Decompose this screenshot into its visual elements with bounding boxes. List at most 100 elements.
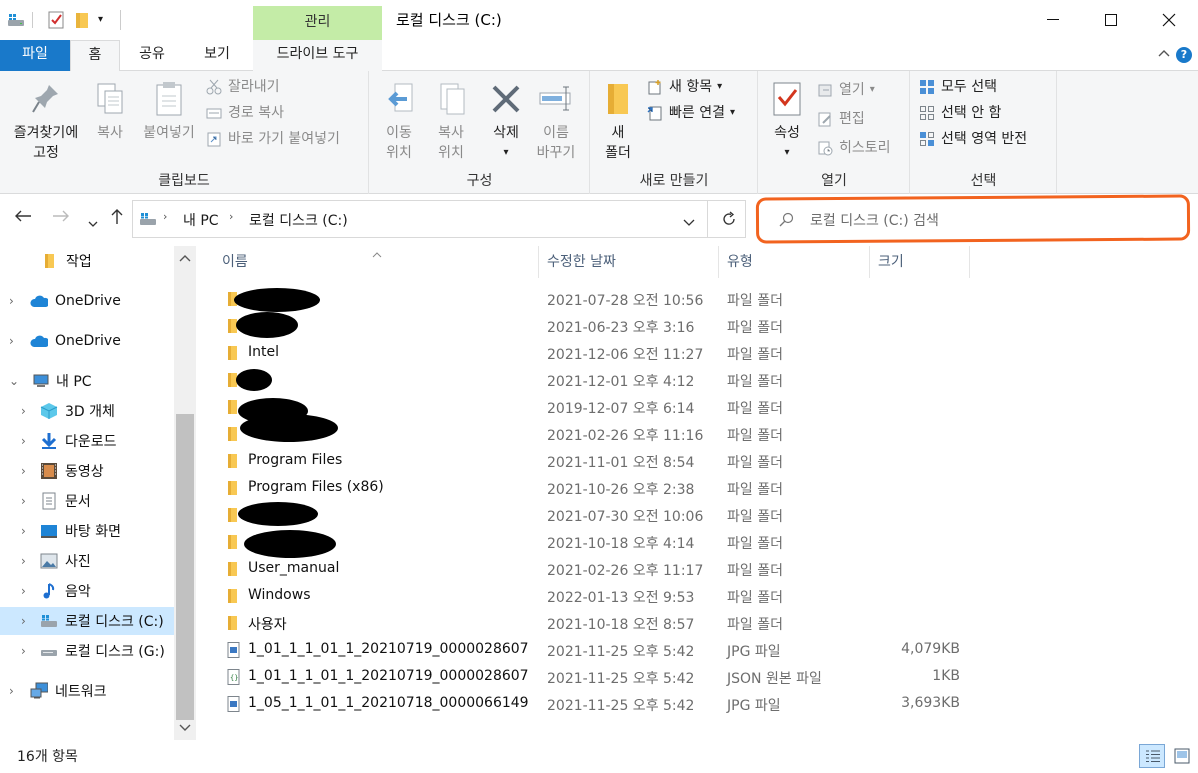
expand-chevron-icon[interactable]: ›	[21, 464, 26, 478]
maximize-button[interactable]	[1082, 0, 1140, 40]
column-header-date[interactable]: 수정한 날짜	[539, 246, 719, 278]
manage-context-tab[interactable]: 관리	[253, 6, 382, 40]
paste-shortcut-button[interactable]: 바로 가기 붙여넣기	[206, 128, 340, 150]
expand-chevron-icon[interactable]: ›	[21, 644, 26, 658]
file-row[interactable]: 사용자 2021-10-18 오전 8:57 파일 폴더	[196, 610, 1198, 637]
select-none-button[interactable]: 선택 안 함	[919, 102, 1001, 124]
drive-app-icon[interactable]	[6, 10, 26, 30]
cut-button[interactable]: 잘라내기	[206, 76, 280, 98]
nav-item-documents[interactable]: › 문서	[0, 487, 174, 515]
expand-chevron-icon[interactable]: ›	[21, 584, 26, 598]
breadcrumb-this-pc[interactable]: 내 PC	[183, 210, 219, 230]
nav-item-onedrive-1[interactable]: › OneDrive	[0, 287, 174, 315]
collapse-ribbon-icon[interactable]	[1158, 46, 1170, 60]
address-history-chevron-icon[interactable]	[683, 215, 695, 231]
expand-chevron-icon[interactable]: ›	[9, 294, 14, 308]
nav-item-network[interactable]: › 네트워크	[0, 677, 174, 705]
copy-button[interactable]: 복사	[88, 77, 132, 143]
expand-chevron-icon[interactable]: ›	[21, 404, 26, 418]
expand-chevron-icon[interactable]: ›	[9, 334, 14, 348]
rename-button[interactable]: 이름 바꾸기	[530, 77, 582, 163]
copy-to-button[interactable]: 복사 위치	[426, 77, 476, 163]
invert-selection-button[interactable]: 선택 영역 반전	[919, 128, 1027, 150]
refresh-icon[interactable]	[721, 211, 737, 231]
expand-chevron-icon[interactable]: ›	[21, 494, 26, 508]
customize-toolbar-icon[interactable]: ▾	[98, 14, 103, 34]
collapse-chevron-icon[interactable]: ⌄	[9, 374, 19, 388]
file-row[interactable]: 2021-10-18 오후 4:14 파일 폴더	[196, 529, 1198, 556]
file-row[interactable]: Intel 2021-12-06 오전 11:27 파일 폴더	[196, 340, 1198, 367]
file-row[interactable]: 2021-07-28 오전 10:56 파일 폴더	[196, 286, 1198, 313]
scroll-down-arrow-icon[interactable]	[179, 720, 191, 736]
edit-button[interactable]: 편집	[817, 108, 865, 130]
up-arrow-icon[interactable]	[110, 208, 124, 228]
address-bar[interactable]: › 내 PC › 로컬 디스크 (C:)	[132, 200, 746, 238]
delete-button[interactable]: 삭제 ▾	[484, 77, 528, 163]
file-row[interactable]: 2021-02-26 오후 11:16 파일 폴더	[196, 421, 1198, 448]
tab-file[interactable]: 파일	[0, 40, 70, 71]
breadcrumb-separator-icon[interactable]: ›	[163, 210, 167, 223]
history-button[interactable]: 히스토리	[817, 137, 891, 159]
file-row[interactable]: Program Files 2021-11-01 오전 8:54 파일 폴더	[196, 448, 1198, 475]
nav-item-pictures[interactable]: › 사진	[0, 547, 174, 575]
expand-chevron-icon[interactable]: ›	[21, 524, 26, 538]
nav-item-3d-objects[interactable]: › 3D 개체	[0, 397, 174, 425]
copy-path-button[interactable]: 경로 복사	[206, 102, 284, 124]
column-header-type[interactable]: 유형	[719, 246, 870, 278]
breadcrumb-separator-icon[interactable]: ›	[229, 210, 233, 223]
tab-share[interactable]: 공유	[124, 40, 180, 71]
help-icon[interactable]: ?	[1176, 47, 1192, 63]
nav-item-desktop[interactable]: › 바탕 화면	[0, 517, 174, 545]
large-icons-view-button[interactable]	[1170, 744, 1194, 768]
nav-item-work[interactable]: 작업	[0, 247, 174, 275]
move-to-button[interactable]: 이동 위치	[376, 77, 422, 163]
new-folder-icon[interactable]	[74, 10, 92, 30]
file-row[interactable]: User_manual 2021-02-26 오후 11:17 파일 폴더	[196, 556, 1198, 583]
nav-scroll-thumb[interactable]	[176, 414, 194, 720]
file-row[interactable]: {} 1_01_1_1_01_1_20210719_0000028607 2021-…	[196, 664, 1198, 691]
nav-item-videos[interactable]: › 동영상	[0, 457, 174, 485]
expand-chevron-icon[interactable]: ›	[21, 614, 26, 628]
open-button[interactable]: 열기 ▾	[817, 79, 875, 101]
properties-icon[interactable]	[46, 10, 66, 30]
new-folder-button[interactable]: 새 폴더	[597, 77, 639, 163]
recent-locations-chevron-icon[interactable]	[88, 213, 98, 232]
file-row[interactable]: Program Files (x86) 2021-10-26 오후 2:38 파일 …	[196, 475, 1198, 502]
file-row[interactable]: 2021-06-23 오후 3:16 파일 폴더	[196, 313, 1198, 340]
file-row[interactable]: 1_01_1_1_01_1_20210719_0000028607 2021-11…	[196, 637, 1198, 664]
file-row[interactable]: 2021-12-01 오후 4:12 파일 폴더	[196, 367, 1198, 394]
pin-quick-access-button[interactable]: 즐겨찾기에 고정	[6, 77, 86, 163]
select-all-button[interactable]: 모두 선택	[919, 76, 997, 98]
details-view-button[interactable]	[1139, 744, 1165, 768]
nav-item-music[interactable]: › 음악	[0, 577, 174, 605]
expand-chevron-icon[interactable]: ›	[21, 434, 26, 448]
close-button[interactable]	[1140, 0, 1198, 40]
new-item-button[interactable]: 새 항목 ▾	[647, 76, 722, 98]
column-header-name[interactable]: 이름	[214, 246, 539, 278]
column-header-size[interactable]: 크기	[870, 246, 970, 278]
file-row[interactable]: 1_05_1_1_01_1_20210718_0000066149 2021-11…	[196, 691, 1198, 718]
file-row[interactable]: 2021-07-30 오전 10:06 파일 폴더	[196, 502, 1198, 529]
minimize-button[interactable]	[1024, 0, 1082, 40]
nav-item-this-pc[interactable]: ⌄ 내 PC	[0, 367, 174, 395]
paste-button[interactable]: 붙여넣기	[138, 77, 200, 143]
properties-button[interactable]: 속성 ▾	[767, 77, 807, 163]
tab-home[interactable]: 홈	[70, 40, 120, 72]
tab-drive-tools[interactable]: 드라이브 도구	[253, 40, 382, 71]
breadcrumb-local-disk[interactable]: 로컬 디스크 (C:)	[249, 210, 348, 230]
back-arrow-icon[interactable]	[14, 208, 32, 227]
file-row[interactable]: 2019-12-07 오후 6:14 파일 폴더	[196, 394, 1198, 421]
delete-dropdown-icon[interactable]: ▾	[484, 143, 528, 163]
forward-arrow-icon[interactable]	[52, 208, 70, 227]
expand-chevron-icon[interactable]: ›	[21, 554, 26, 568]
nav-item-local-disk-c[interactable]: › 로컬 디스크 (C:)	[0, 607, 174, 635]
expand-chevron-icon[interactable]: ›	[9, 684, 14, 698]
file-row[interactable]: Windows 2022-01-13 오전 9:53 파일 폴더	[196, 583, 1198, 610]
scroll-up-arrow-icon[interactable]	[179, 250, 191, 266]
nav-item-onedrive-2[interactable]: › OneDrive	[0, 327, 174, 355]
nav-item-local-disk-g[interactable]: › 로컬 디스크 (G:)	[0, 637, 174, 665]
easy-access-button[interactable]: 빠른 연결 ▾	[647, 102, 735, 124]
properties-dropdown-icon[interactable]: ▾	[767, 143, 807, 163]
nav-item-downloads[interactable]: › 다운로드	[0, 427, 174, 455]
tab-view[interactable]: 보기	[184, 40, 250, 71]
